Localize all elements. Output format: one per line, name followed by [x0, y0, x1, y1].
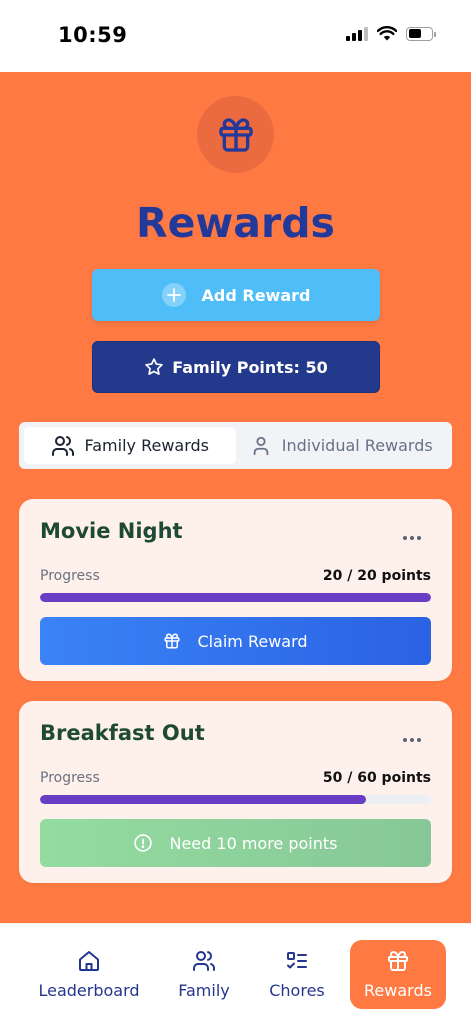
tab-individual-rewards[interactable]: Individual Rewards	[236, 427, 448, 464]
add-reward-label: Add Reward	[201, 285, 311, 305]
nav-leaderboard-label: Leaderboard	[38, 981, 140, 1000]
nav-chores-label: Chores	[269, 981, 325, 1000]
tab-individual-rewards-label: Individual Rewards	[281, 436, 433, 455]
page-title: Rewards	[136, 199, 335, 247]
plus-icon	[161, 283, 186, 307]
battery-icon	[406, 26, 436, 41]
family-points-display: Family Points: 50	[92, 341, 380, 393]
add-reward-button[interactable]: Add Reward	[92, 269, 380, 321]
nav-rewards[interactable]: Rewards	[350, 940, 446, 1009]
checklist-icon	[287, 952, 307, 969]
progress-label: Progress	[40, 770, 100, 786]
bottom-nav: Leaderboard Family Chores Rewards	[0, 923, 471, 1024]
user-icon	[253, 436, 269, 455]
progress-value: 20 / 20 points	[322, 568, 431, 584]
home-icon	[79, 951, 99, 971]
progress-value: 50 / 60 points	[322, 770, 431, 786]
progress-bar	[40, 795, 431, 804]
reward-card: Breakfast Out Progress 50 / 60 points Ne…	[19, 701, 452, 883]
reward-title: Movie Night	[40, 519, 183, 543]
alert-circle-icon	[134, 834, 153, 852]
more-options-icon[interactable]	[403, 536, 421, 540]
tab-family-rewards[interactable]: Family Rewards	[24, 427, 236, 464]
status-bar: 10:59	[0, 0, 471, 72]
reward-tabs: Family Rewards Individual Rewards	[19, 422, 452, 469]
cellular-signal-icon	[346, 26, 368, 41]
progress-label: Progress	[40, 568, 100, 584]
status-icons	[346, 26, 436, 41]
users-icon	[193, 951, 215, 971]
family-points-label: Family Points: 50	[172, 357, 328, 377]
reward-card: Movie Night Progress 20 / 20 points Clai…	[19, 499, 452, 681]
progress-fill	[40, 593, 431, 602]
status-time: 10:59	[58, 23, 128, 47]
nav-leaderboard[interactable]: Leaderboard	[28, 940, 150, 1009]
tab-family-rewards-label: Family Rewards	[84, 436, 210, 455]
nav-rewards-label: Rewards	[364, 981, 432, 1000]
need-more-points-label: Need 10 more points	[169, 833, 338, 853]
claim-reward-label: Claim Reward	[197, 631, 308, 651]
gift-icon	[388, 951, 408, 971]
gift-icon	[218, 117, 253, 152]
nav-family[interactable]: Family	[166, 940, 242, 1009]
more-options-icon[interactable]	[403, 738, 421, 742]
nav-chores[interactable]: Chores	[258, 940, 336, 1009]
gift-icon	[164, 633, 180, 649]
nav-family-label: Family	[178, 981, 230, 1000]
users-icon	[51, 435, 74, 456]
claim-reward-button[interactable]: Claim Reward	[40, 617, 431, 665]
reward-title: Breakfast Out	[40, 721, 205, 745]
need-more-points-button: Need 10 more points	[40, 819, 431, 867]
progress-fill	[40, 795, 366, 804]
wifi-icon	[377, 26, 397, 41]
progress-bar	[40, 593, 431, 602]
header-gift-badge	[197, 96, 274, 173]
star-icon	[145, 358, 164, 375]
